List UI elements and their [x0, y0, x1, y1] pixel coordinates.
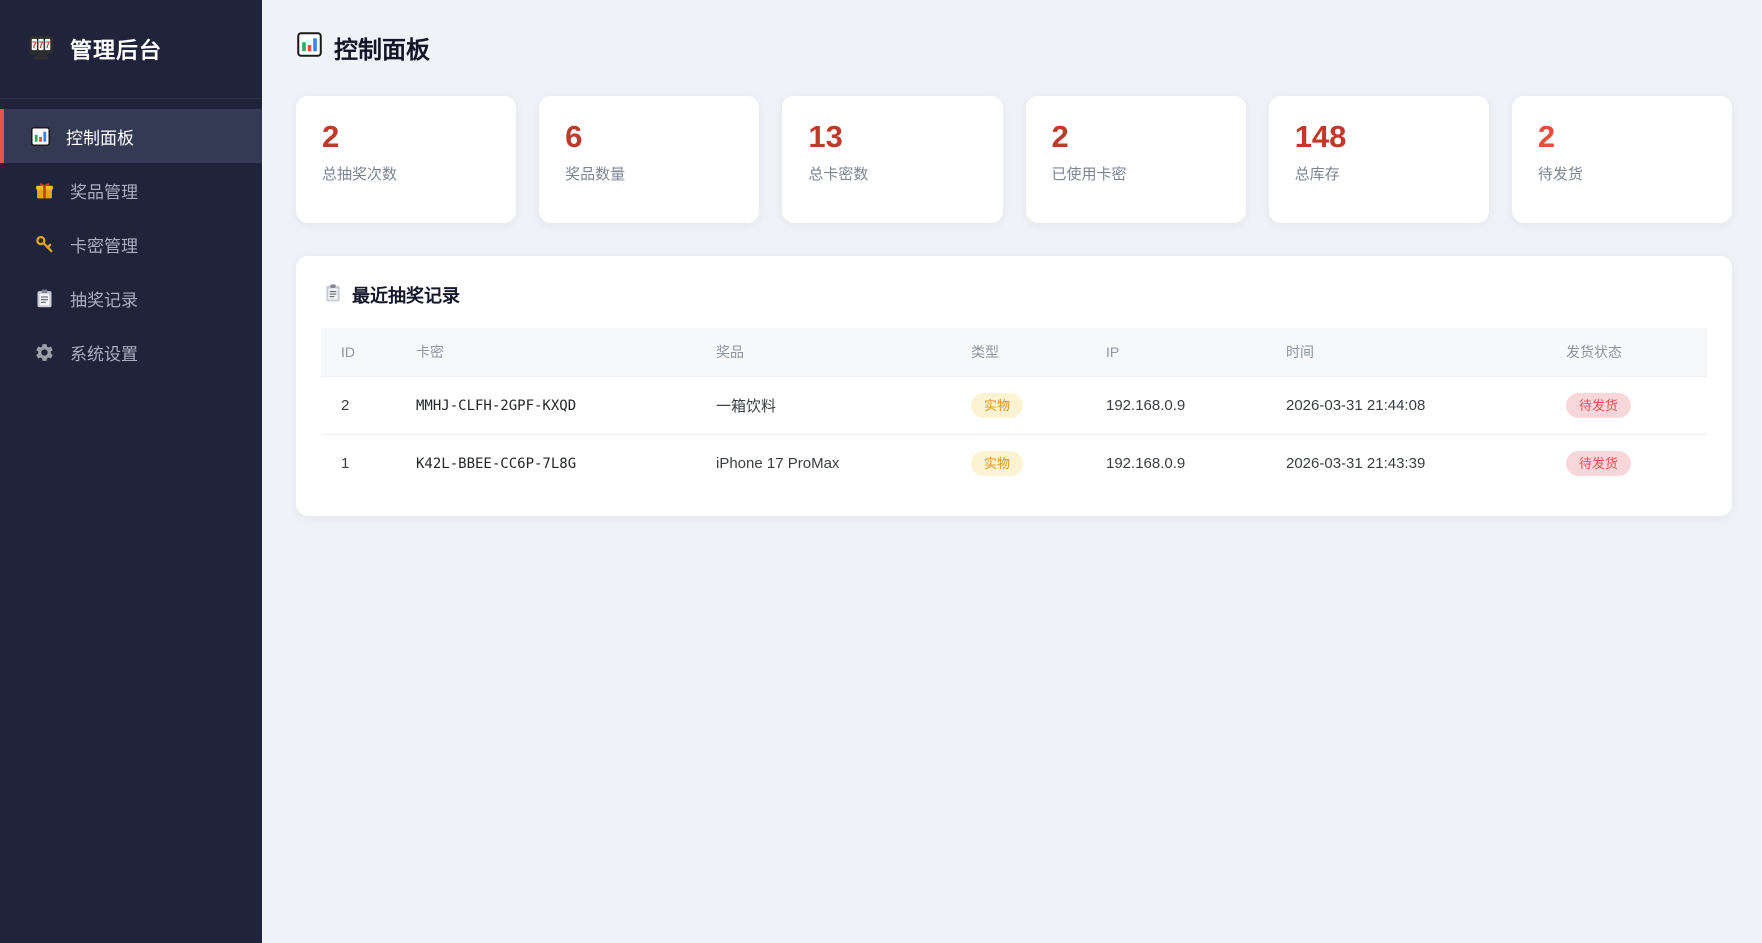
- stat-label: 待发货: [1537, 166, 1583, 184]
- cell-time: 2026-03-31 21:44:08: [1266, 376, 1546, 435]
- column-header-type: 类型: [951, 328, 1086, 377]
- records-table: ID 卡密 奖品 类型 IP 时间 发货状态 2 MMHJ-CLFH-2GPF-…: [321, 328, 1707, 492]
- stat-card-total-draws: 2 总抽奖次数: [296, 96, 517, 223]
- cell-ip: 192.168.0.9: [1086, 376, 1266, 435]
- bar-chart-icon: [296, 31, 323, 65]
- sidebar-item-draw-records[interactable]: 抽奖记录: [0, 271, 262, 325]
- sidebar-item-dashboard[interactable]: 控制面板: [0, 109, 262, 163]
- section-title-text: 最近抽奖记录: [352, 286, 460, 306]
- column-header-key: 卡密: [396, 328, 696, 377]
- sidebar-item-label: 奖品管理: [70, 182, 138, 202]
- page-title: 控制面板: [296, 30, 1732, 65]
- cell-type: 实物: [951, 434, 1086, 492]
- sidebar-item-prizes[interactable]: 奖品管理: [0, 163, 262, 217]
- cell-card-key: MMHJ-CLFH-2GPF-KXQD: [396, 376, 696, 435]
- stat-card-pending-shipment: 2 待发货: [1511, 96, 1733, 223]
- stat-card-total-stock: 148 总库存: [1268, 96, 1489, 223]
- gift-icon: [34, 180, 55, 201]
- sidebar-item-settings[interactable]: 系统设置: [0, 325, 262, 379]
- cell-id: 1: [321, 434, 396, 492]
- clipboard-icon: [34, 288, 55, 309]
- cell-ip: 192.168.0.9: [1086, 434, 1266, 492]
- main-content: 控制面板 2 总抽奖次数 6 奖品数量 13 总卡密数 2 已使用卡密 148 …: [262, 0, 1762, 943]
- bar-chart-icon: [30, 126, 51, 147]
- column-header-time: 时间: [1266, 328, 1546, 377]
- svg-text:7: 7: [45, 39, 50, 49]
- stat-value: 2: [1051, 119, 1069, 154]
- column-header-id: ID: [321, 328, 396, 377]
- sidebar-item-label: 抽奖记录: [70, 290, 138, 310]
- sidebar-item-label: 控制面板: [66, 128, 134, 148]
- page-title-text: 控制面板: [334, 37, 430, 64]
- cell-card-key: K42L-BBEE-CC6P-7L8G: [396, 434, 696, 492]
- clipboard-icon: [323, 283, 343, 308]
- stat-value: 6: [565, 119, 583, 154]
- sidebar-item-label: 系统设置: [70, 344, 138, 364]
- stat-label: 总库存: [1294, 166, 1340, 184]
- table-row: 1 K42L-BBEE-CC6P-7L8G iPhone 17 ProMax 实…: [321, 434, 1707, 492]
- cell-type: 实物: [951, 376, 1086, 435]
- sidebar: 7 7 7 管理后台 控制面板 奖品管理 卡密管理 抽奖记录 系统设置: [0, 0, 262, 943]
- table-header-row: ID 卡密 奖品 类型 IP 时间 发货状态: [321, 328, 1707, 377]
- cell-time: 2026-03-31 21:43:39: [1266, 434, 1546, 492]
- type-badge: 实物: [971, 451, 1024, 476]
- cell-prize: iPhone 17 ProMax: [696, 434, 951, 492]
- svg-text:7: 7: [39, 39, 44, 49]
- sidebar-item-card-keys[interactable]: 卡密管理: [0, 217, 262, 271]
- stat-value: 148: [1294, 119, 1347, 154]
- stat-label: 总抽奖次数: [322, 166, 398, 184]
- stat-card-total-keys: 13 总卡密数: [782, 96, 1003, 223]
- column-header-prize: 奖品: [696, 328, 951, 377]
- column-header-status: 发货状态: [1546, 328, 1707, 377]
- sidebar-nav: 控制面板 奖品管理 卡密管理 抽奖记录 系统设置: [0, 99, 262, 379]
- status-badge: 待发货: [1566, 451, 1632, 476]
- app-title: 管理后台: [70, 38, 163, 63]
- recent-records-card: 最近抽奖记录 ID 卡密 奖品 类型 IP 时间 发货状态 2 MMHJ-CLF…: [296, 256, 1732, 516]
- stat-value: 2: [1537, 119, 1556, 154]
- type-badge: 实物: [971, 393, 1024, 418]
- stat-label: 已使用卡密: [1051, 166, 1127, 184]
- stat-value: 2: [322, 119, 340, 154]
- stat-card-used-keys: 2 已使用卡密: [1025, 96, 1246, 223]
- svg-text:7: 7: [32, 39, 37, 49]
- stat-value: 13: [808, 119, 843, 154]
- table-row: 2 MMHJ-CLFH-2GPF-KXQD 一箱饮料 实物 192.168.0.…: [321, 376, 1707, 435]
- cell-status: 待发货: [1546, 434, 1707, 492]
- stat-card-prize-count: 6 奖品数量: [539, 96, 760, 223]
- stat-label: 总卡密数: [808, 166, 869, 184]
- stat-label: 奖品数量: [565, 166, 626, 184]
- app-logo: 7 7 7 管理后台: [0, 0, 262, 99]
- sidebar-item-label: 卡密管理: [70, 236, 138, 256]
- cell-id: 2: [321, 376, 396, 435]
- gear-icon: [34, 342, 55, 363]
- column-header-ip: IP: [1086, 328, 1266, 377]
- section-title: 最近抽奖记录: [321, 282, 1707, 308]
- status-badge: 待发货: [1566, 393, 1632, 418]
- key-icon: [34, 234, 55, 255]
- cell-prize: 一箱饮料: [696, 376, 951, 435]
- slot-machine-icon: 7 7 7: [26, 32, 56, 67]
- cell-status: 待发货: [1546, 376, 1707, 435]
- stats-row: 2 总抽奖次数 6 奖品数量 13 总卡密数 2 已使用卡密 148 总库存 2…: [296, 96, 1733, 223]
